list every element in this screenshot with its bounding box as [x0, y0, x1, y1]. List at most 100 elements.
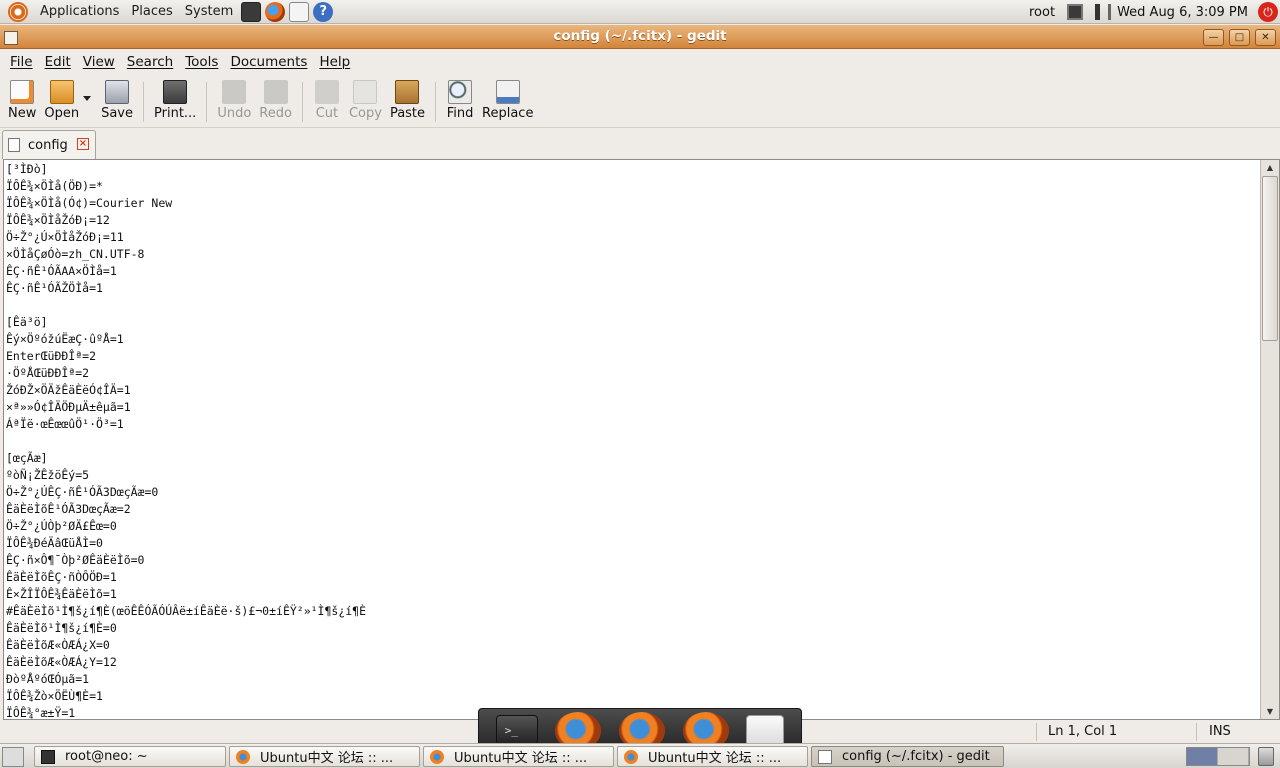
editor-line[interactable]: [Êä³ö]: [6, 314, 1258, 331]
taskbar-item[interactable]: Ubuntu中文 论坛 :: ...: [423, 746, 614, 767]
editor-line[interactable]: ×ÖÌåÇøÓò=zh_CN.UTF-8: [6, 246, 1258, 263]
menu-help[interactable]: Help: [319, 54, 350, 70]
open-folder-icon: [49, 80, 74, 104]
menu-view[interactable]: View: [83, 54, 115, 70]
editor-line[interactable]: ÊäÈëÌõÊÇ·ñÒÔÖÐ=1: [6, 569, 1258, 586]
redo-button[interactable]: Redo: [255, 76, 296, 126]
paste-button[interactable]: Paste: [386, 76, 429, 126]
user-name[interactable]: root: [1029, 5, 1055, 20]
toolbar-separator: [301, 82, 303, 122]
menu-tools[interactable]: Tools: [185, 54, 218, 70]
taskbar-item[interactable]: Ubuntu中文 论坛 :: ...: [617, 746, 808, 767]
editor-line[interactable]: [6, 297, 1258, 314]
editor-line[interactable]: ÐòºÅºóŒÓµã=1: [6, 671, 1258, 688]
editor-line[interactable]: ÏÔÊ¾×ÖÌå(ÖÐ)=*: [6, 178, 1258, 195]
editor-line[interactable]: ×ª»»Ó¢ÎÄÖÐµÄ±êµã=1: [6, 399, 1258, 416]
document-tabbar: config ×: [0, 129, 1280, 159]
editor-line[interactable]: ÏÔÊ¾×ÖÌå(Ó¢)=Courier New: [6, 195, 1258, 212]
find-label: Find: [446, 106, 474, 121]
cut-button[interactable]: Cut: [309, 76, 345, 126]
mail-launcher-icon[interactable]: [289, 1, 310, 22]
trash-icon[interactable]: [1258, 747, 1274, 766]
text-editor[interactable]: [³ÌÐò] ÏÔÊ¾×ÖÌå(ÖÐ)=* ÏÔÊ¾×ÖÌå(Ó¢)=Courier…: [3, 159, 1280, 720]
paste-label: Paste: [389, 106, 426, 121]
scrollbar-thumb[interactable]: [1262, 176, 1278, 341]
editor-line[interactable]: Ê×ŽÎÏÔÊ¾ÊäÈëÌõ=1: [6, 586, 1258, 603]
cut-label: Cut: [315, 106, 339, 121]
volume-icon[interactable]: [1095, 4, 1112, 20]
undo-button[interactable]: Undo: [213, 76, 255, 126]
open-recent-dropdown[interactable]: [83, 96, 92, 101]
editor-line[interactable]: Ö÷Ž°¿ÚÊÇ·ñÊ¹ÓÃ3DœçÃæ=0: [6, 484, 1258, 501]
show-desktop-icon[interactable]: [2, 747, 24, 767]
menu-edit[interactable]: Edit: [45, 54, 71, 70]
printer-icon: [163, 80, 188, 104]
cursor-position: Ln 1, Col 1: [1048, 724, 1118, 739]
editor-line[interactable]: [œçÃæ]: [6, 450, 1258, 467]
editor-line[interactable]: [³ÌÐò]: [6, 161, 1258, 178]
editor-line[interactable]: ÊäÈëÌõÊ¹ÓÃ3DœçÃæ=2: [6, 501, 1258, 518]
copy-button[interactable]: Copy: [345, 76, 386, 126]
editor-line[interactable]: ·ÖºÅŒüÐÐÎª=2: [6, 365, 1258, 382]
dock-terminal-icon[interactable]: >_: [495, 715, 538, 745]
power-icon[interactable]: ⏻: [1258, 2, 1278, 22]
network-icon[interactable]: [1067, 4, 1084, 20]
clipboard-icon: [395, 80, 420, 104]
find-button[interactable]: Find: [442, 76, 478, 126]
system-menu[interactable]: System: [179, 0, 239, 24]
workspace-2[interactable]: [1218, 748, 1249, 765]
editor-line[interactable]: ŽóÐŽ×ÖÄžÊäÈëÓ¢ÎÄ=1: [6, 382, 1258, 399]
open-button[interactable]: Open: [40, 76, 83, 126]
replace-button[interactable]: Replace: [478, 76, 537, 126]
editor-line[interactable]: ÊÇ·ñÊ¹ÓÃŽÖÌå=1: [6, 280, 1258, 297]
editor-line[interactable]: ÊäÈëÌõ¹Ì¶š¿í¶È=0: [6, 620, 1258, 637]
maximize-button[interactable]: □: [1229, 29, 1250, 46]
menu-search[interactable]: Search: [127, 54, 173, 70]
new-button[interactable]: New: [4, 76, 40, 126]
editor-line[interactable]: [6, 433, 1258, 450]
taskbar-item[interactable]: root@neo: ~: [34, 746, 226, 767]
workspace-switcher[interactable]: [1186, 747, 1250, 766]
close-window-button[interactable]: ✕: [1255, 29, 1276, 46]
editor-text-area[interactable]: [³ÌÐò] ÏÔÊ¾×ÖÌå(ÖÐ)=* ÏÔÊ¾×ÖÌå(Ó¢)=Courier…: [6, 160, 1258, 719]
scroll-up-icon[interactable]: ▲: [1261, 160, 1279, 175]
editor-line[interactable]: ÏÔÊ¾ÐéÄâŒüÅÌ=0: [6, 535, 1258, 552]
taskbar-item-active[interactable]: config (~/.fcitx) - gedit: [811, 746, 1004, 767]
firefox-launcher-icon[interactable]: [265, 1, 286, 22]
editor-line[interactable]: Ö÷Ž°¿Ú×ÖÌåŽóÐ¡=11: [6, 229, 1258, 246]
editor-line[interactable]: ÏÔÊ¾×ÖÌåŽóÐ¡=12: [6, 212, 1258, 229]
terminal-launcher-icon[interactable]: [241, 1, 262, 22]
editor-line[interactable]: Ö÷Ž°¿ÚÒþ²ØÄ£Êœ=0: [6, 518, 1258, 535]
editor-line[interactable]: Êý×ÖºóžúËæÇ·ûºÅ=1: [6, 331, 1258, 348]
editor-line[interactable]: #ÊäÈëÌõ¹Ì¶š¿í¶È(œöÊÊÓÃÓÚÂë±íÊäÈë·š)£¬0±í…: [6, 603, 1258, 620]
menu-documents[interactable]: Documents: [230, 54, 307, 70]
workspace-1[interactable]: [1187, 748, 1218, 765]
menu-file[interactable]: File: [10, 54, 33, 70]
tab-close-icon[interactable]: ×: [77, 138, 89, 150]
editor-line[interactable]: EnterŒüÐÐÎª=2: [6, 348, 1258, 365]
editor-line[interactable]: ÊäÈëÌõÆ«ÒÆÁ¿X=0: [6, 637, 1258, 654]
tab-config[interactable]: config ×: [2, 130, 96, 159]
applications-menu[interactable]: Applications: [34, 0, 125, 24]
editor-line[interactable]: ÏÔÊ¾Žò×ÖËÙ¶È=1: [6, 688, 1258, 705]
scroll-down-icon[interactable]: ▼: [1261, 704, 1279, 719]
clock[interactable]: Wed Aug 6, 3:09 PM: [1117, 5, 1248, 20]
places-menu[interactable]: Places: [125, 0, 178, 24]
bottom-panel: root@neo: ~ Ubuntu中文 论坛 :: ... Ubuntu中文 …: [0, 743, 1280, 768]
editor-line[interactable]: ÊäÈëÌõÆ«ÒÆÁ¿Y=12: [6, 654, 1258, 671]
taskbar-label: Ubuntu中文 论坛 :: ...: [260, 751, 394, 766]
save-button[interactable]: Save: [97, 76, 137, 126]
help-launcher-icon[interactable]: ?: [313, 1, 334, 22]
vertical-scrollbar[interactable]: ▲ ▼: [1260, 160, 1279, 719]
editor-line[interactable]: ºòÑ¡ŽÊžöÊý=5: [6, 467, 1258, 484]
taskbar-item[interactable]: Ubuntu中文 论坛 :: ...: [229, 746, 420, 767]
tab-label: config: [28, 137, 68, 153]
minimize-button[interactable]: —: [1203, 29, 1224, 46]
print-button[interactable]: Print...: [150, 76, 200, 126]
editor-line[interactable]: ÊÇ·ñÊ¹ÓÃAA×ÖÌå=1: [6, 263, 1258, 280]
terminal-icon: [41, 749, 55, 764]
window-titlebar[interactable]: config (~/.fcitx) - gedit — □ ✕: [0, 25, 1280, 49]
ubuntu-logo-icon[interactable]: [8, 1, 28, 22]
editor-line[interactable]: ÊÇ·ñ×Ô¶¯Òþ²ØÊäÈëÌõ=0: [6, 552, 1258, 569]
editor-line[interactable]: ÁªÏë·œÊœœûÖ¹·Ö³=1: [6, 416, 1258, 433]
